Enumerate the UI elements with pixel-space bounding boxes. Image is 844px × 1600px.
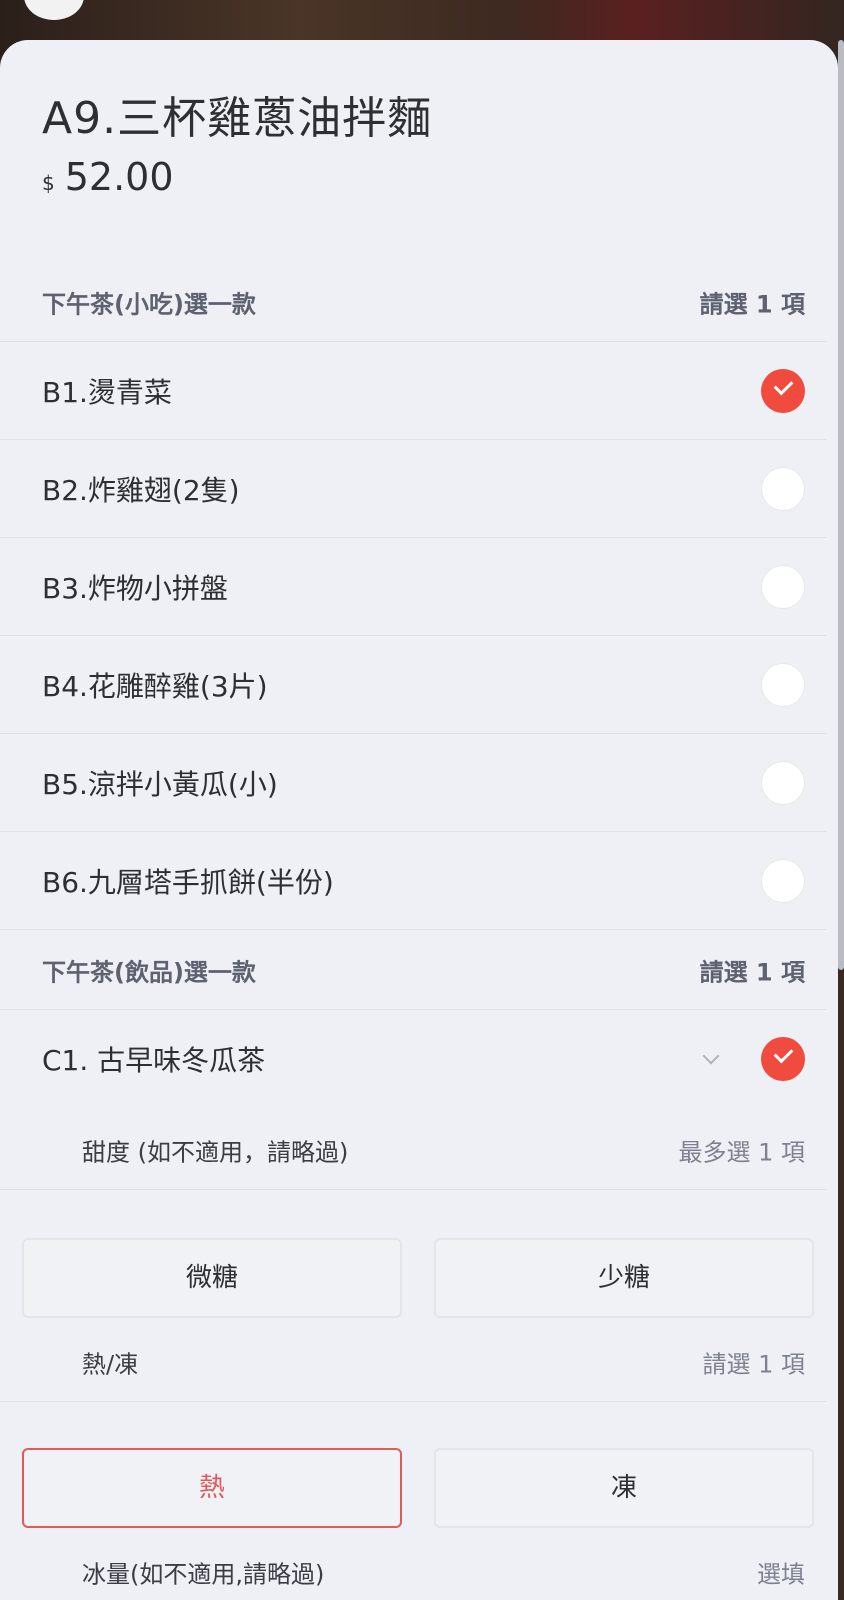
checked-radio-icon[interactable] bbox=[761, 368, 805, 413]
sweetness-choice-low-sugar[interactable]: 微糖 bbox=[22, 1238, 402, 1318]
item-title: A9.三杯雞蔥油拌麵 bbox=[42, 93, 433, 144]
temperature-choice-hot[interactable]: 熱 bbox=[22, 1448, 402, 1528]
checked-radio-icon[interactable] bbox=[761, 1037, 805, 1081]
option-row-b1[interactable]: B1.燙青菜 bbox=[0, 342, 827, 440]
sweetness-choice-less-sugar[interactable]: 少糖 bbox=[434, 1238, 814, 1318]
option-label: C1. 古早味冬瓜茶 bbox=[42, 1044, 266, 1077]
scrollbar[interactable] bbox=[838, 40, 844, 970]
sweetness-header: 甜度 (如不適用，請略過) 最多選 1 項 bbox=[0, 1110, 827, 1190]
temperature-choice-cold[interactable]: 凍 bbox=[434, 1448, 814, 1528]
option-label: B5.涼拌小黃瓜(小) bbox=[42, 767, 278, 801]
sweetness-label: 甜度 (如不適用，請略過) bbox=[82, 1138, 349, 1166]
sweetness-requirement: 最多選 1 項 bbox=[678, 1138, 805, 1166]
option-row-b3[interactable]: B3.炸物小拼盤 bbox=[0, 538, 827, 636]
group-header-snacks: 下午茶(小吃)選一款 請選 1 項 bbox=[0, 262, 827, 342]
group-header-drinks: 下午茶(飲品)選一款 請選 1 項 bbox=[0, 930, 827, 1010]
radio-icon[interactable] bbox=[761, 760, 805, 805]
option-row-b4[interactable]: B4.花雕醉雞(3片) bbox=[0, 636, 827, 734]
temperature-requirement: 請選 1 項 bbox=[702, 1350, 805, 1378]
radio-icon[interactable] bbox=[761, 662, 805, 707]
option-label: B4.花雕醉雞(3片) bbox=[42, 669, 268, 703]
chevron-down-icon[interactable] bbox=[702, 1047, 720, 1065]
item-price: $52.00 bbox=[42, 155, 174, 199]
ice-header: 冰量(如不適用,請略過) 選填 bbox=[0, 1532, 827, 1600]
temperature-label: 熱/凍 bbox=[82, 1350, 139, 1378]
option-label: B3.炸物小拼盤 bbox=[42, 571, 228, 605]
group-label: 下午茶(小吃)選一款 bbox=[42, 290, 256, 318]
option-row-b2[interactable]: B2.炸雞翅(2隻) bbox=[0, 440, 827, 538]
ice-label: 冰量(如不適用,請略過) bbox=[82, 1560, 325, 1589]
option-label: B1.燙青菜 bbox=[42, 375, 172, 409]
temperature-header: 熱/凍 請選 1 項 bbox=[0, 1322, 827, 1402]
currency-symbol: $ bbox=[42, 171, 55, 195]
group-requirement: 請選 1 項 bbox=[699, 958, 805, 986]
ice-requirement: 選填 bbox=[757, 1560, 805, 1589]
option-row-b6[interactable]: B6.九層塔手抓餅(半份) bbox=[0, 832, 827, 930]
price-amount: 52.00 bbox=[64, 155, 174, 199]
option-row-b5[interactable]: B5.涼拌小黃瓜(小) bbox=[0, 734, 827, 832]
group-requirement: 請選 1 項 bbox=[699, 290, 805, 318]
radio-icon[interactable] bbox=[761, 466, 805, 511]
group-label: 下午茶(飲品)選一款 bbox=[42, 958, 256, 986]
option-label: B2.炸雞翅(2隻) bbox=[42, 473, 240, 507]
item-options-sheet: A9.三杯雞蔥油拌麵 $52.00 下午茶(小吃)選一款 請選 1 項 B1.燙… bbox=[0, 40, 838, 1600]
option-row-c1[interactable]: C1. 古早味冬瓜茶 bbox=[0, 1010, 827, 1108]
option-label: B6.九層塔手抓餅(半份) bbox=[42, 865, 334, 899]
radio-icon[interactable] bbox=[761, 858, 805, 903]
radio-icon[interactable] bbox=[761, 564, 805, 609]
